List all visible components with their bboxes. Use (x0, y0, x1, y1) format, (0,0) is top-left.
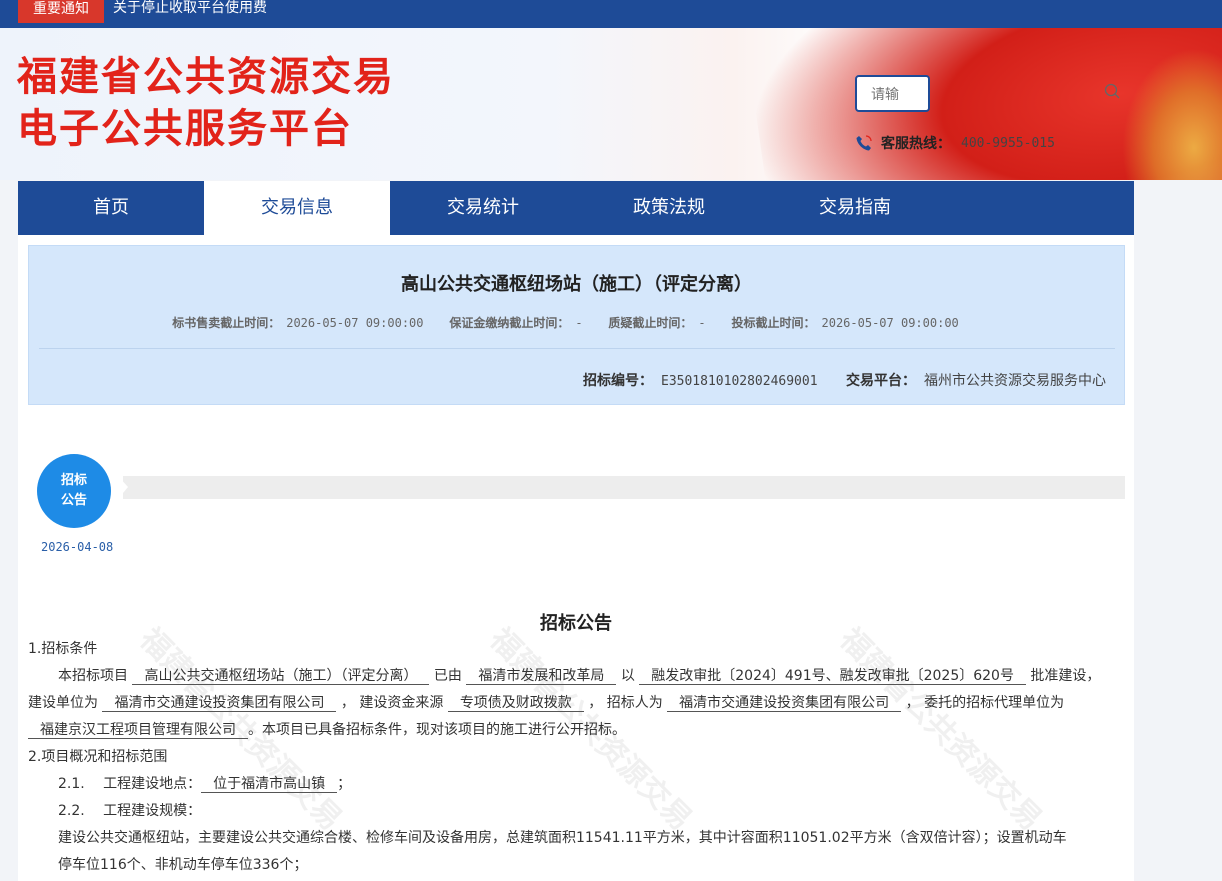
notice-bar: 重要通知 关于停止收取平台使用费 (0, 0, 1222, 28)
doc-location: 位于福清市高山镇 (201, 776, 338, 793)
header-banner: 福建省公共资源交易 电子公共服务平台 客服热线： 400-9955-015 (0, 28, 1222, 180)
doc-text: 本招标项目 (58, 668, 128, 684)
document-body: 1.招标条件 本招标项目 高山公共交通枢纽场站（施工）（评定分离） 已由 福清市… (28, 636, 1128, 879)
section1-line2: 建设单位为 福清市交通建设投资集团有限公司 ， 建设资金来源 专项债及财政拨款 … (28, 690, 1128, 717)
stage-label-line1: 招标 (60, 473, 87, 488)
nav-trade-info[interactable]: 交易信息 (204, 181, 390, 236)
project-title: 高山公共交通枢纽场站（施工）（评定分离） (401, 274, 752, 295)
stage-tender-notice[interactable]: 招标 公告 (37, 454, 111, 528)
stage-arrow (118, 476, 128, 499)
notice-link[interactable]: 关于停止收取平台使用费 (113, 0, 267, 18)
nav-guide[interactable]: 交易指南 (762, 181, 948, 235)
hotline: 客服热线： 400-9955-015 (855, 132, 1055, 154)
nav-home[interactable]: 首页 (18, 181, 204, 235)
doc-text: ； (337, 776, 352, 792)
doc-text: ， 招标人为 (588, 695, 663, 711)
main-nav: 首页 交易信息 交易统计 政策法规 交易指南 (18, 181, 1134, 236)
doc-agent: 福建京汉工程项目管理有限公司 (28, 722, 248, 739)
doc-text: ， 委托的招标代理单位为 (905, 695, 1065, 711)
section2-2-text2: 停车位116个、非机动车停车位336个； (58, 857, 308, 873)
project-deadlines: 标书售卖截止时间： 2026-05-07 09:00:00 保证金缴纳截止时间： -… (29, 314, 1124, 331)
tender-code-value: E3501810102802469001 (661, 374, 818, 389)
stage-date: 2026-04-08 (41, 540, 114, 554)
doc-approver: 福清市发展和改革局 (466, 668, 617, 685)
doc-fund-source: 专项债及财政拨款 (447, 695, 584, 712)
project-meta: 招标编号： E3501810102802469001 交易平台： 福州市公共资源交易… (583, 370, 1106, 390)
main-content: 高山公共交通枢纽场站（施工）（评定分离） 标书售卖截止时间： 2026-05-07… (18, 235, 1134, 881)
doc-text: 批准建设， (1030, 668, 1101, 684)
deadline-label-sale: 标书售卖截止时间： (172, 316, 281, 330)
deadline-label-deposit: 保证金缴纳截止时间： (449, 316, 570, 330)
site-logo-line1[interactable]: 福建省公共资源交易 (17, 54, 395, 100)
section1-line1: 本招标项目 高山公共交通枢纽场站（施工）（评定分离） 已由 福清市发展和改革局 … (28, 663, 1128, 690)
hotline-value: 400-9955-015 (961, 135, 1055, 151)
deadline-value-bid: 2026-05-07 09:00:00 (821, 316, 959, 330)
doc-text: 建设单位为 (28, 695, 98, 711)
notice-tag: 重要通知 (18, 0, 104, 23)
platform-label: 交易平台： (846, 373, 916, 389)
section1-heading: 1.招标条件 (28, 641, 98, 657)
stage-timeline-bar (123, 476, 1125, 499)
project-info-box: 高山公共交通枢纽场站（施工）（评定分离） 标书售卖截止时间： 2026-05-07… (28, 245, 1125, 405)
lantern-decoration (1122, 48, 1222, 180)
section2-2-text1: 建设公共交通枢纽站，主要建设公共交通综合楼、检修车间及设备用房，总建筑面积115… (58, 830, 1067, 846)
nav-policy[interactable]: 政策法规 (576, 181, 762, 235)
deadline-value-query: - (698, 316, 706, 330)
deadline-value-sale: 2026-05-07 09:00:00 (286, 316, 424, 330)
platform-value: 福州市公共资源交易服务中心 (924, 373, 1106, 389)
deadline-label-query: 质疑截止时间： (608, 316, 693, 330)
search-icon[interactable] (1104, 83, 1120, 99)
deadline-value-deposit: - (575, 316, 583, 330)
section2-heading: 2.项目概况和招标范围 (28, 749, 168, 765)
search-input[interactable] (855, 75, 930, 112)
tender-code-label: 招标编号： (583, 373, 653, 389)
stage-label-line2: 公告 (60, 493, 87, 508)
doc-text: 已由 (433, 668, 462, 684)
doc-text: 以 (620, 668, 635, 684)
doc-text: 。本项目已具备招标条件，现对该项目的施工进行公开招标。 (248, 722, 626, 738)
section2-1: 2.1. 工程建设地点： 位于福清市高山镇； (28, 771, 1128, 798)
divider (39, 348, 1115, 349)
nav-trade-stats[interactable]: 交易统计 (390, 181, 576, 235)
doc-text: ， 建设资金来源 (340, 695, 444, 711)
deadline-label-bid: 投标截止时间： (731, 316, 816, 330)
doc-tenderer: 福清市交通建设投资集团有限公司 (667, 695, 902, 712)
document-title: 招标公告 (540, 613, 612, 634)
doc-project-name: 高山公共交通枢纽场站（施工）（评定分离） (132, 668, 430, 685)
doc-approval-no: 融发改审批〔2024〕491号、融发改审批〔2025〕620号 (639, 668, 1026, 685)
hotline-label: 客服热线： (881, 136, 951, 152)
section1-line3: 福建京汉工程项目管理有限公司 。本项目已具备招标条件，现对该项目的施工进行公开招标… (28, 717, 1128, 744)
doc-text: 2.1. 工程建设地点： (58, 776, 202, 792)
site-logo-line2[interactable]: 电子公共服务平台 (17, 106, 353, 152)
doc-owner: 福清市交通建设投资集团有限公司 (102, 695, 337, 712)
phone-icon (856, 135, 872, 151)
section2-2: 2.2. 工程建设规模： (58, 803, 202, 819)
